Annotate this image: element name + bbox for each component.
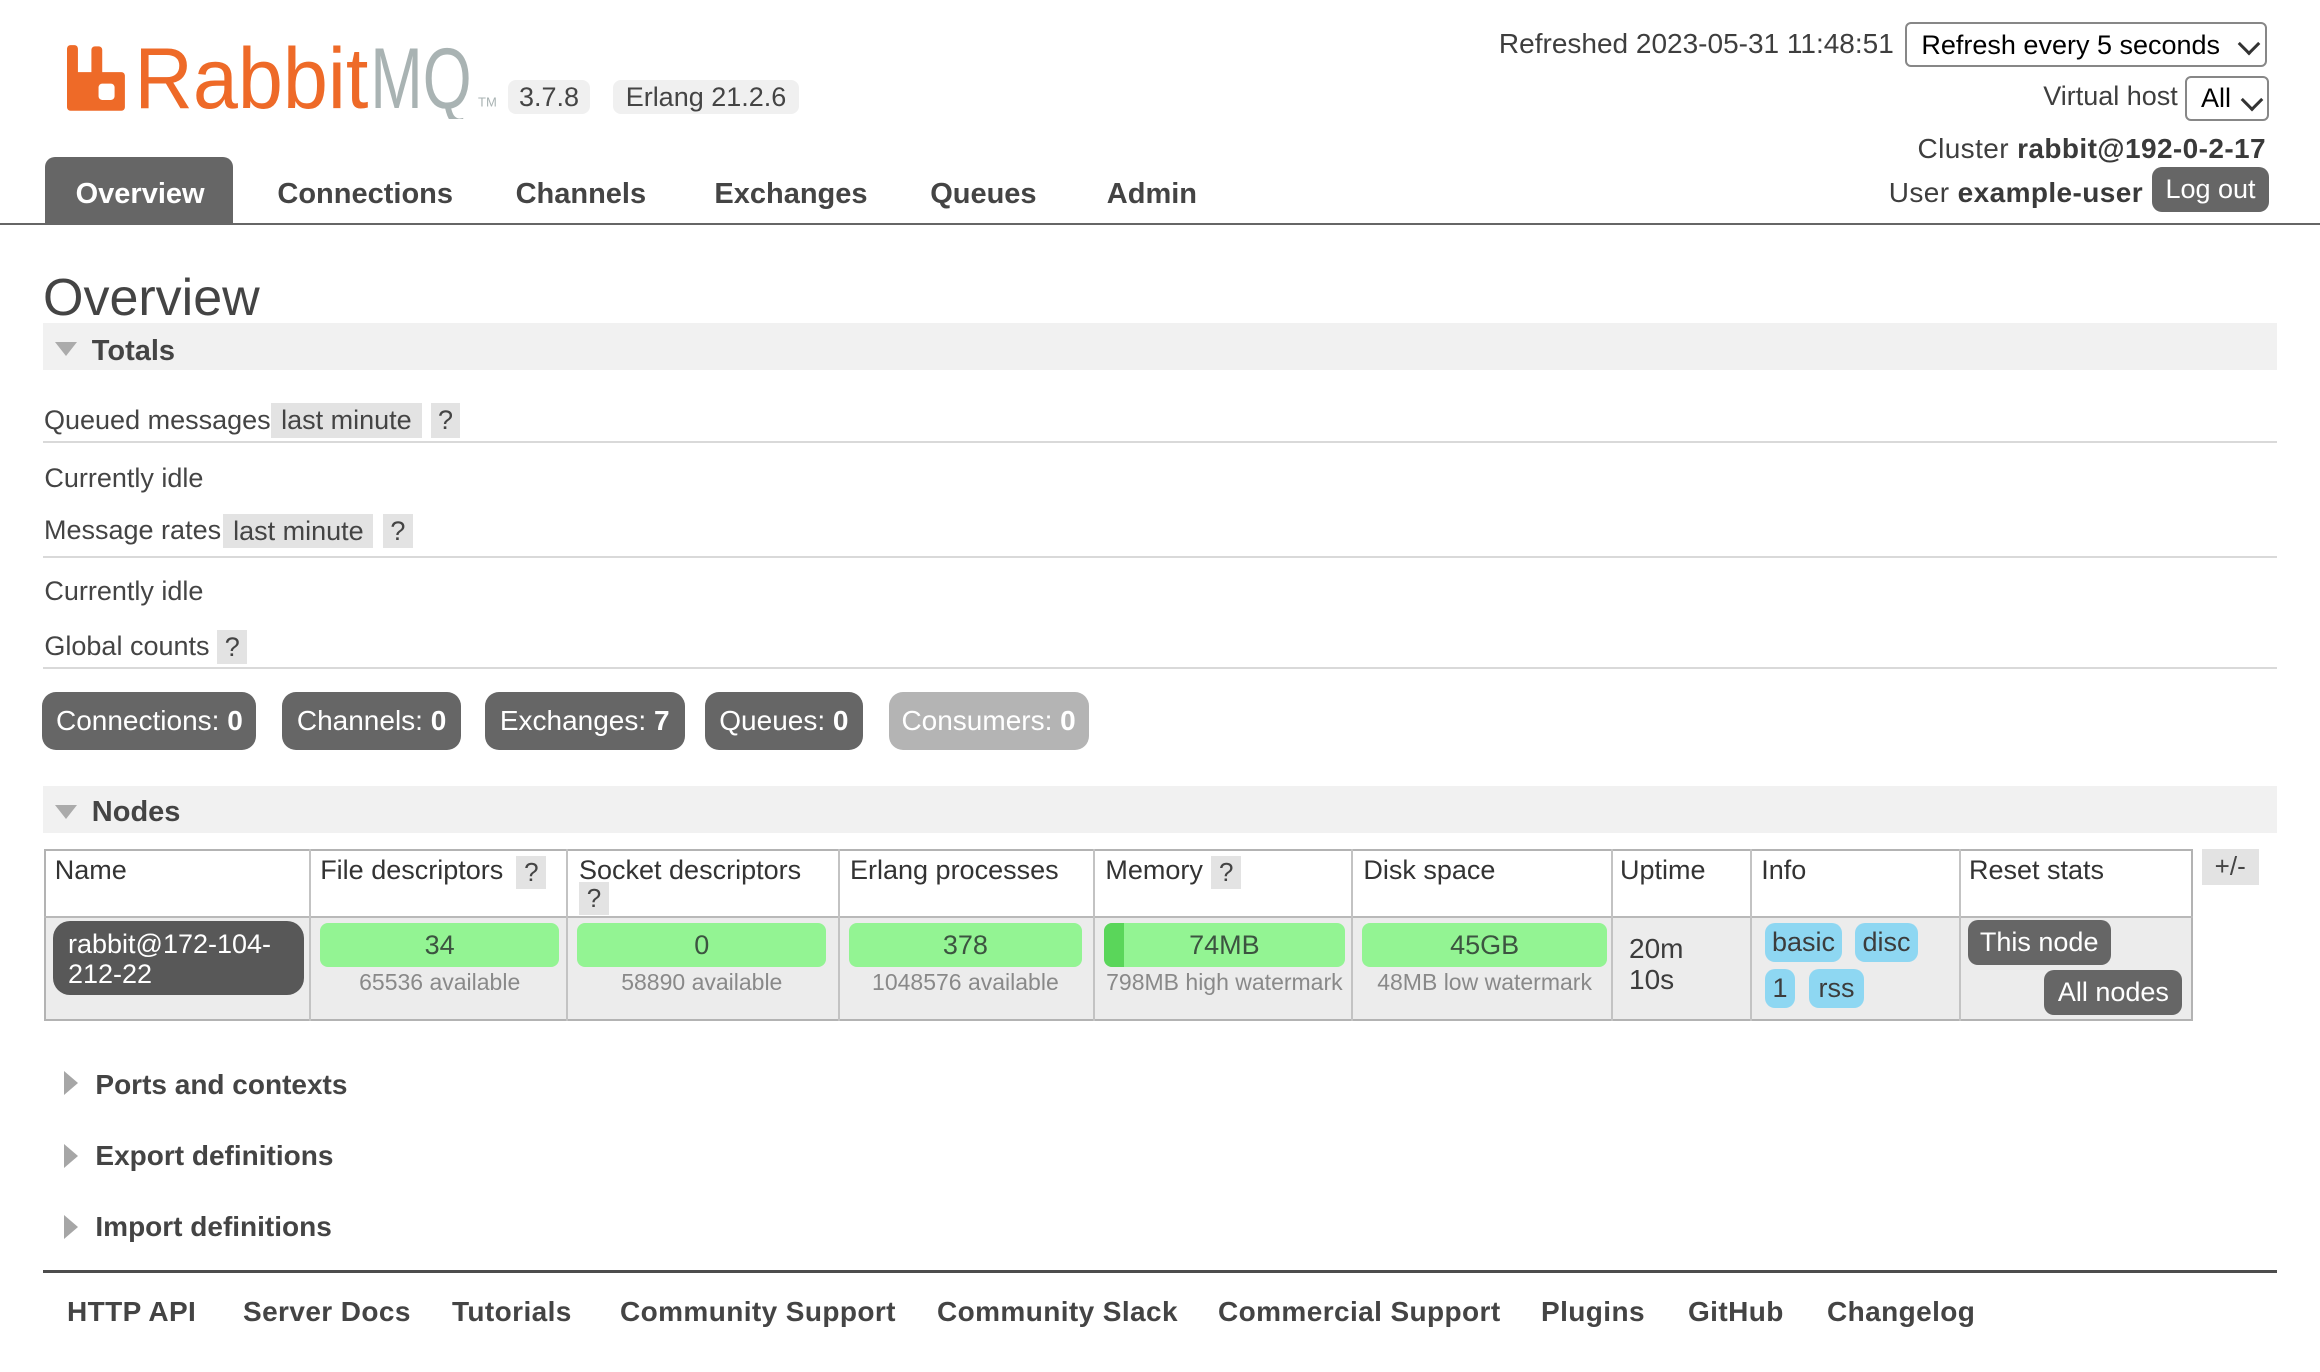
svg-text:MQ: MQ — [370, 35, 471, 119]
svg-text:TM: TM — [478, 94, 497, 109]
svg-text:Rabbit: Rabbit — [134, 35, 368, 119]
